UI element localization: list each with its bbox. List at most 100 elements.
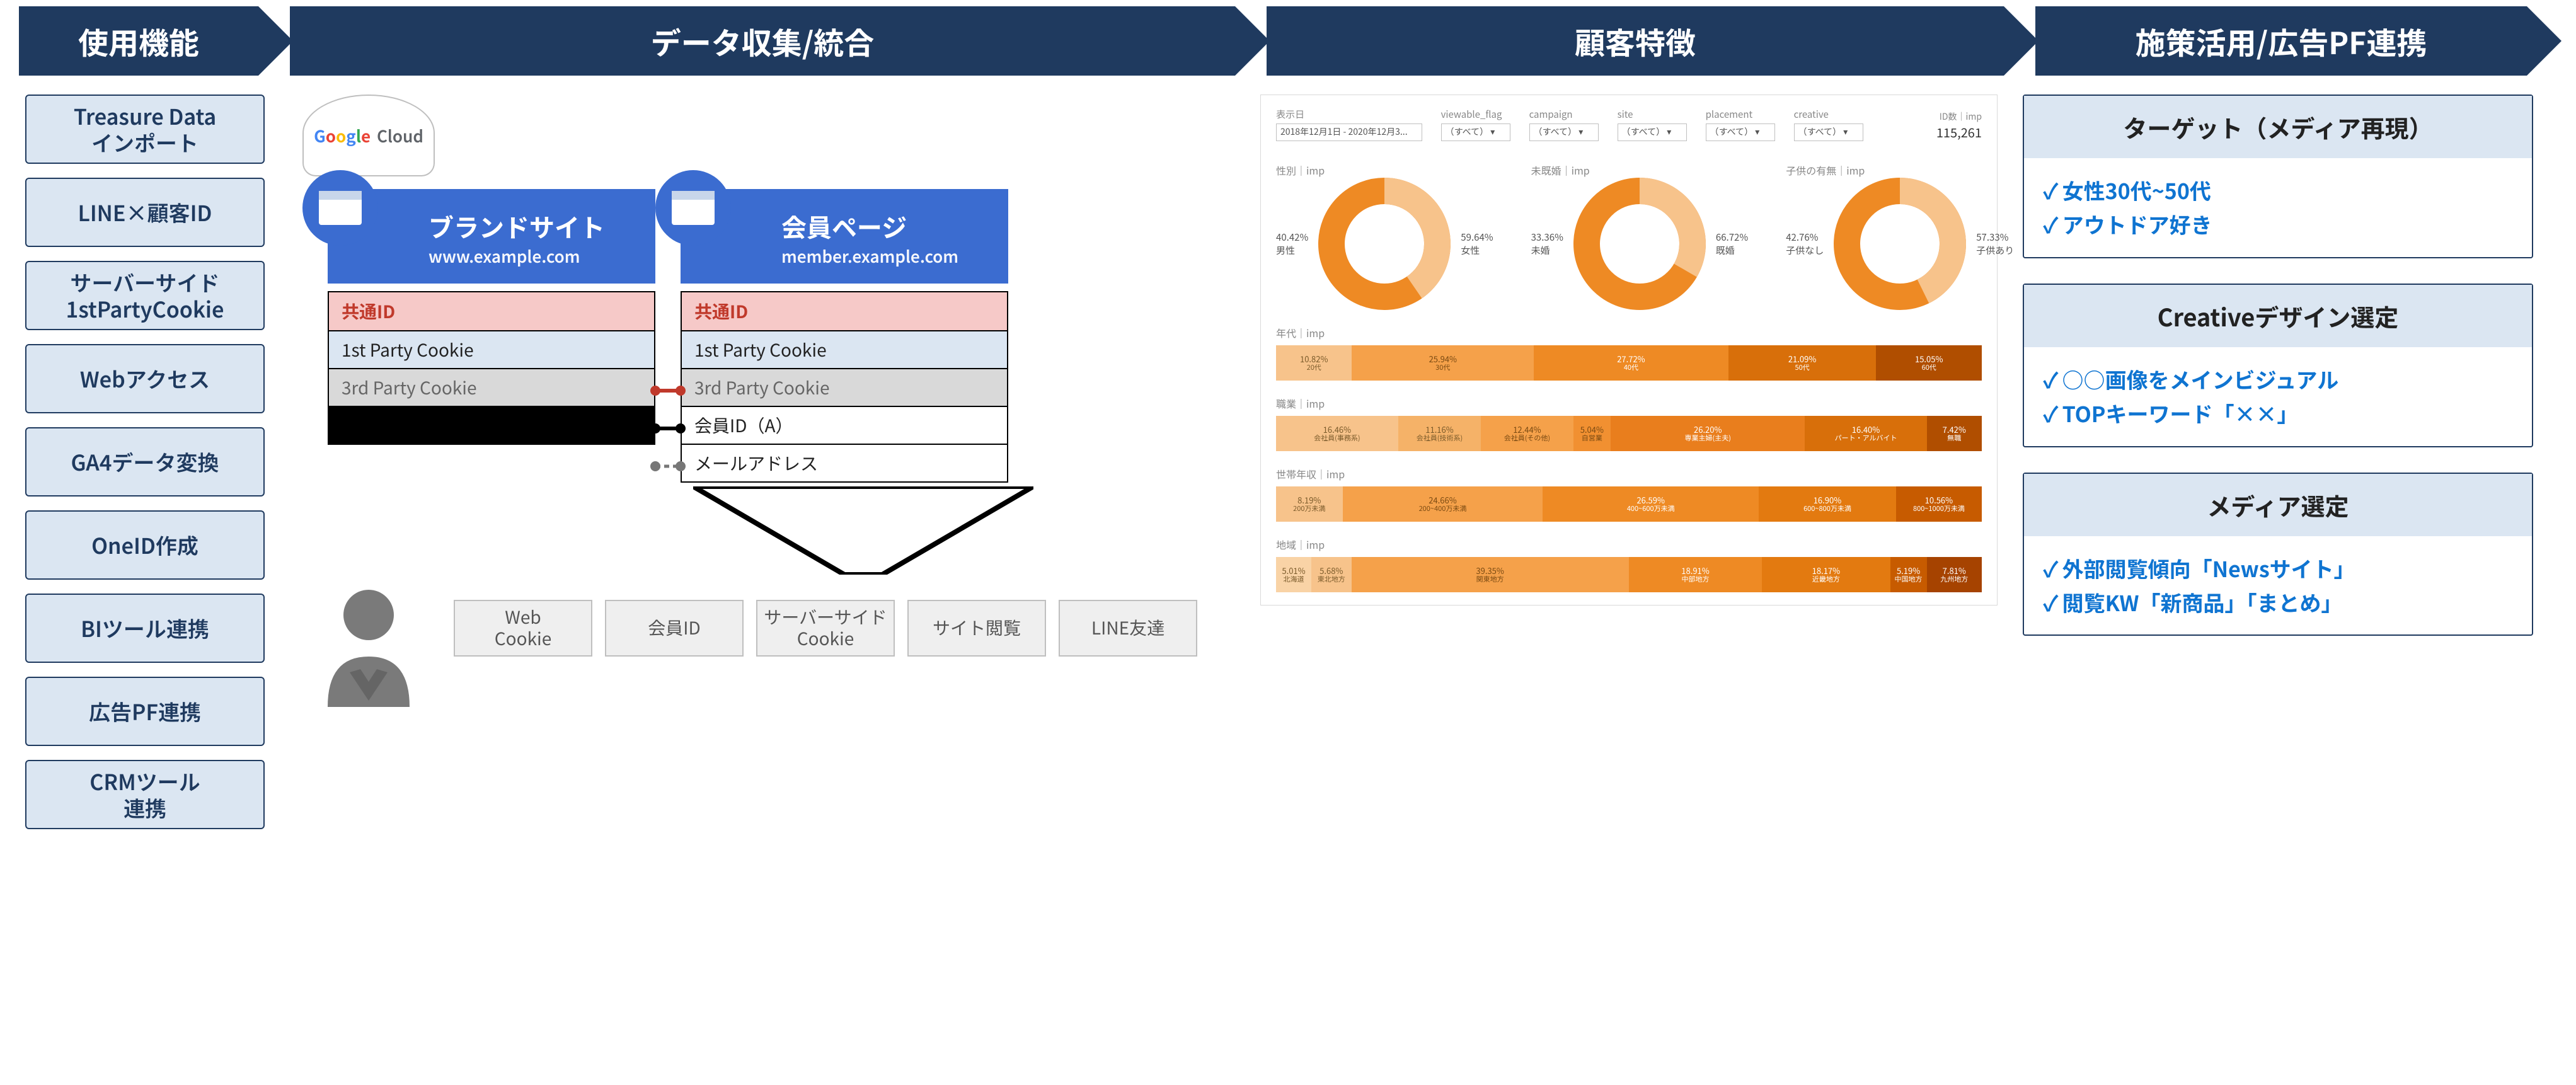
- bar-title: 年代｜imp: [1276, 325, 1982, 340]
- card-check-item: アウトドア好き: [2043, 207, 2513, 241]
- bar-segment: 21.09%50代: [1728, 345, 1877, 381]
- bar-segment: 15.05%60代: [1876, 345, 1982, 381]
- id-row-fpc: 1st Party Cookie: [329, 330, 654, 368]
- window-icon: [302, 170, 378, 246]
- function-button[interactable]: CRMツール 連携: [25, 760, 265, 829]
- function-button[interactable]: GA4データ変換: [25, 427, 265, 497]
- donut-label-b: 59.64%女性: [1461, 231, 1493, 257]
- date-range-picker[interactable]: 2018年12月1日 - 2020年12月3...: [1276, 123, 1422, 141]
- filter-dropdown[interactable]: （すべて） ▾: [1441, 123, 1510, 141]
- bar-segment: 7.81%九州地方: [1927, 557, 1982, 592]
- filter-label: campaign: [1529, 108, 1599, 121]
- bar-title: 世帯年収｜imp: [1276, 466, 1982, 481]
- bar-segment: 18.91%中部地方: [1629, 557, 1762, 592]
- bar-segment: 16.90%600~800万未満: [1759, 486, 1896, 522]
- data-collection-area: Google Cloud ブランドサイトwww.example.com共通ID1…: [290, 95, 1235, 707]
- bar-segment: 26.59%400~600万未満: [1543, 486, 1759, 522]
- imp-total-value: 115,261: [1936, 123, 1982, 141]
- donut-label-b: 66.72%既婚: [1716, 231, 1748, 257]
- activation-card: Creativeデザイン選定○○画像をメインビジュアルTOPキーワード「××」: [2023, 284, 2533, 447]
- id-row-tpc: 3rd Party Cookie: [682, 368, 1007, 406]
- donut-label-a: 42.76%子供なし: [1786, 231, 1824, 257]
- bar-segment: 18.17%近畿地方: [1762, 557, 1890, 592]
- donut-title: 未既婚｜imp: [1531, 163, 1749, 178]
- card-title: ターゲット（メディア再現）: [2024, 96, 2532, 158]
- id-brick: サーバーサイド Cookie: [756, 600, 895, 657]
- donut-chart: [1834, 178, 1966, 310]
- bar-segment: 25.94%30代: [1352, 345, 1534, 381]
- card-title: Creativeデザイン選定: [2024, 285, 2532, 347]
- id-row-tpc: 3rd Party Cookie: [329, 368, 654, 406]
- bar-title: 職業｜imp: [1276, 396, 1982, 411]
- function-button[interactable]: サーバーサイド 1stPartyCookie: [25, 261, 265, 330]
- donut-title: 性別｜imp: [1276, 163, 1493, 178]
- donut-title: 子供の有無｜imp: [1786, 163, 2014, 178]
- window-icon: [655, 170, 731, 246]
- bar-segment: 10.56%800~1000万未満: [1896, 486, 1982, 522]
- bar-segment: 24.66%200~400万未満: [1343, 486, 1543, 522]
- bar-segment: 39.35%関東地方: [1352, 557, 1629, 592]
- filter-dropdown[interactable]: （すべて） ▾: [1706, 123, 1775, 141]
- donut-label-b: 57.33%子供あり: [1976, 231, 2014, 257]
- filter-dropdown[interactable]: （すべて） ▾: [1529, 123, 1599, 141]
- function-button[interactable]: BIツール連携: [25, 594, 265, 663]
- bar-segment: 5.68%東北地方: [1311, 557, 1352, 592]
- id-brick-row: Web Cookie会員IDサーバーサイド Cookieサイト閲覧LINE友達: [454, 600, 1235, 657]
- card-check-item: 女性30代~50代: [2043, 173, 2513, 207]
- bar-segment: 5.01%北海道: [1276, 557, 1311, 592]
- function-button[interactable]: 広告PF連携: [25, 677, 265, 746]
- analytics-dashboard: 表示日 2018年12月1日 - 2020年12月3... viewable_fla…: [1260, 95, 1998, 606]
- bar-title: 地域｜imp: [1276, 537, 1982, 552]
- bar-segment: 7.42%無職: [1927, 416, 1982, 451]
- id-row-shared: 共通ID: [682, 292, 1007, 330]
- stage-arrow-activate: 施策活用/広告PF連携: [2035, 6, 2527, 76]
- function-button[interactable]: OneID作成: [25, 510, 265, 580]
- google-cloud-badge: Google Cloud: [302, 95, 435, 176]
- stacked-bar: 10.82%20代25.94%30代27.72%40代21.09%50代15.0…: [1276, 345, 1982, 381]
- bar-segment: 12.44%会社員(その他): [1481, 416, 1573, 451]
- function-button[interactable]: Treasure Data インポート: [25, 95, 265, 164]
- funnel-icon: [693, 486, 1033, 575]
- donut-chart: [1318, 178, 1451, 310]
- card-check-item: 閲覧KW「新商品」「まとめ」: [2043, 585, 2513, 619]
- stage-arrow-functions: 使用機能: [19, 6, 258, 76]
- filter-label: viewable_flag: [1441, 108, 1510, 121]
- filter-dropdown[interactable]: （すべて） ▾: [1618, 123, 1687, 141]
- function-list: Treasure Data インポート LINE×顧客ID サーバーサイド 1stP…: [25, 95, 265, 829]
- member-site-block: 会員ページmember.example.com 共通ID1st Party Coo…: [681, 189, 1008, 483]
- bar-segment: 11.16%会社員(技術系): [1398, 416, 1481, 451]
- bar-segment: 26.20%専業主婦(主夫): [1611, 416, 1805, 451]
- donut-chart: [1573, 178, 1706, 310]
- site-title: 会員ページ: [781, 208, 983, 244]
- filter-label: creative: [1794, 108, 1863, 121]
- stage-arrow-insight: 顧客特徴: [1267, 6, 2004, 76]
- bar-segment: 10.82%20代: [1276, 345, 1352, 381]
- id-row-blank: [329, 406, 654, 444]
- card-check-item: ○○画像をメインビジュアル: [2043, 362, 2513, 396]
- card-title: メディア選定: [2024, 474, 2532, 536]
- stage-arrow-collect: データ収集/統合: [290, 6, 1235, 76]
- brand-site-block: ブランドサイトwww.example.com共通ID1st Party Cook…: [328, 189, 655, 483]
- id-row-email: メールアドレス: [682, 444, 1007, 481]
- donut-label-a: 33.36%未婚: [1531, 231, 1563, 257]
- function-button[interactable]: Webアクセス: [25, 344, 265, 413]
- bar-segment: 5.19%中国地方: [1890, 557, 1927, 592]
- imp-total-label: ID数｜imp: [1940, 110, 1982, 123]
- bar-segment: 27.72%40代: [1534, 345, 1728, 381]
- filter-label: 表示日: [1276, 108, 1422, 121]
- id-row-fpc: 1st Party Cookie: [682, 330, 1007, 368]
- card-check-item: 外部閲覧傾向「Newsサイト」: [2043, 551, 2513, 585]
- stage-arrow-row: 使用機能 データ収集/統合 顧客特徴 施策活用/広告PF連携: [0, 0, 2576, 76]
- bar-segment: 16.46%会社員(事務系): [1276, 416, 1398, 451]
- function-button[interactable]: LINE×顧客ID: [25, 178, 265, 247]
- bar-segment: 5.04%自営業: [1573, 416, 1611, 451]
- activation-card: メディア選定外部閲覧傾向「Newsサイト」閲覧KW「新商品」「まとめ」: [2023, 473, 2533, 636]
- id-brick: Web Cookie: [454, 600, 592, 657]
- bar-segment: 16.40%パート・アルバイト: [1805, 416, 1926, 451]
- site-url: www.example.com: [428, 244, 630, 268]
- id-brick: サイト閲覧: [907, 600, 1046, 657]
- bar-segment: 8.19%200万未満: [1276, 486, 1343, 522]
- filter-dropdown[interactable]: （すべて） ▾: [1794, 123, 1863, 141]
- person-icon: [315, 581, 422, 707]
- site-url: member.example.com: [781, 244, 983, 268]
